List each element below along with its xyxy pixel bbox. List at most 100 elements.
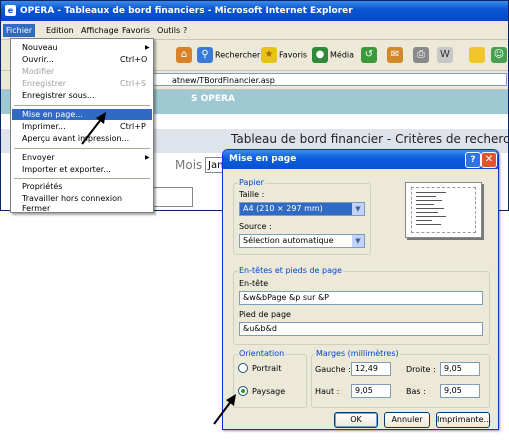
menu-separator (14, 148, 150, 149)
help-button[interactable]: ? (465, 152, 481, 168)
close-button[interactable]: ✕ (481, 152, 497, 168)
notes-button[interactable] (469, 47, 487, 63)
search-label: Rechercher (215, 50, 261, 60)
preview-line (416, 204, 434, 205)
home-icon: ⌂ (176, 47, 192, 63)
menu-item-enregistrer-sous[interactable]: Enregistrer sous... (12, 90, 152, 101)
headers-group-title: En-têtes et pieds de page (238, 266, 343, 275)
menu-item-label: Importer et exporter... (22, 165, 111, 174)
search-button[interactable]: ⚲ Rechercher (197, 47, 260, 63)
media-button[interactable]: ● Média (312, 47, 354, 63)
ok-button[interactable]: OK (334, 412, 378, 428)
menu-item-proprietes[interactable]: Propriétés (12, 181, 152, 192)
preview-line (416, 216, 446, 217)
arrow-shaft (81, 117, 103, 145)
dialog-title: Mise en page (229, 154, 297, 164)
printer-icon: ⎙ (413, 47, 429, 63)
chevron-down-icon[interactable]: ▼ (352, 235, 364, 247)
menu-edition[interactable]: Edition (43, 24, 77, 37)
dialog-titlebar: Mise en page ? ✕ (223, 150, 498, 169)
menu-item-nouveau[interactable]: Nouveau ▶ (12, 42, 152, 53)
menu-item-label: Propriétés (22, 182, 63, 191)
header-input[interactable]: &w&bPage &p sur &P (239, 291, 483, 305)
arrow-head (96, 112, 106, 124)
page-input-box[interactable] (151, 187, 193, 207)
arrow-head (226, 394, 236, 406)
margins-group-title: Marges (millimètres) (315, 349, 400, 358)
menu-item-hors-connexion[interactable]: Travailler hors connexion (12, 193, 152, 204)
menu-affichage[interactable]: Affichage (78, 24, 122, 37)
page-preview (405, 182, 482, 238)
landscape-label: Paysage (252, 387, 286, 396)
paper-source-label: Source : (239, 222, 272, 231)
home-button[interactable]: ⌂ (176, 47, 194, 63)
messenger-button[interactable]: ☺ (491, 47, 508, 63)
preview-line (416, 212, 438, 213)
page-heading: Tableau de bord financier - Critères de … (231, 132, 509, 146)
menu-item-label: Ouvrir... (22, 55, 54, 64)
banner-text: S OPERA (191, 94, 235, 104)
preview-line (416, 200, 442, 201)
orientation-group-title: Orientation (238, 349, 286, 358)
menu-item-fermer[interactable]: Fermer (12, 204, 152, 213)
paper-source-select[interactable]: Sélection automatique ▼ (239, 234, 365, 248)
menu-item-label: Mise en page... (22, 110, 83, 119)
portrait-radio[interactable] (238, 363, 248, 373)
menu-item-importer-exporter[interactable]: Importer et exporter... (12, 164, 152, 175)
menu-item-shortcut: Ctrl+S (120, 79, 147, 88)
favorites-button[interactable]: ★ Favoris (261, 47, 307, 63)
media-label: Média (330, 50, 355, 60)
menu-item-enregistrer: Enregistrer Ctrl+S (12, 78, 152, 89)
menu-item-envoyer[interactable]: Envoyer ▶ (12, 152, 152, 163)
orientation-group (233, 354, 307, 408)
page-setup-dialog: Mise en page ? ✕ Papier Taille : A4 (210… (222, 149, 499, 430)
edit-button[interactable]: W (437, 47, 455, 63)
menu-item-label: Modifier (22, 67, 55, 76)
menu-favoris[interactable]: Favoris (119, 24, 153, 37)
print-button[interactable]: ⎙ (413, 47, 431, 63)
history-button[interactable]: ↺ (361, 47, 379, 63)
annotation-arrow-bottom (213, 394, 236, 425)
ie-titlebar: e OPERA - Tableaux de bord financiers - … (1, 1, 508, 21)
media-icon: ● (312, 47, 328, 63)
margin-left-label: Gauche : (315, 365, 351, 374)
chevron-down-icon[interactable]: ▼ (352, 203, 364, 215)
menu-item-label: Envoyer (22, 153, 55, 162)
menu-help[interactable]: ? (180, 24, 190, 37)
menu-separator (14, 178, 150, 179)
margin-bottom-input[interactable]: 9,05 (440, 384, 480, 398)
paper-size-select[interactable]: A4 (210 × 297 mm) ▼ (239, 202, 365, 216)
margin-right-label: Droite : (406, 365, 436, 374)
paper-source-value: Sélection automatique (243, 236, 334, 245)
footer-label: Pied de page (239, 310, 291, 319)
preview-line (416, 208, 444, 209)
cancel-button[interactable]: Annuler (384, 412, 430, 428)
submenu-arrow-icon: ▶ (145, 44, 150, 51)
menu-item-label: Fermer (22, 204, 51, 213)
menu-outils[interactable]: Outils (154, 24, 183, 37)
preview-line (416, 224, 441, 225)
menu-item-label: Enregistrer sous... (22, 91, 95, 100)
margin-right-input[interactable]: 9,05 (440, 362, 480, 376)
margin-top-input[interactable]: 9,05 (351, 384, 391, 398)
star-icon: ★ (261, 47, 277, 63)
menu-item-ouvrir[interactable]: Ouvrir... Ctrl+O (12, 54, 152, 65)
footer-input[interactable]: &u&b&d (239, 322, 483, 336)
menu-item-shortcut: Ctrl+P (120, 122, 146, 131)
paper-size-label: Taille : (239, 190, 265, 199)
preview-line (416, 220, 432, 221)
menu-fichier[interactable]: Fichier (3, 24, 36, 37)
mail-button[interactable]: ✉ (387, 47, 405, 63)
month-label: Mois (175, 158, 203, 172)
messenger-icon: ☺ (491, 47, 507, 63)
printer-button[interactable]: Imprimante... (436, 412, 491, 428)
paper-group-title: Papier (238, 178, 265, 187)
paper-size-value: A4 (210 × 297 mm) (243, 204, 323, 213)
margin-left-input[interactable]: 12,49 (351, 362, 391, 376)
note-icon (469, 47, 485, 63)
margin-bottom-label: Bas : (406, 387, 426, 396)
preview-line (416, 196, 436, 197)
ie-logo-icon: e (5, 5, 16, 16)
menu-item-label: Enregistrer (22, 79, 67, 88)
menu-item-shortcut: Ctrl+O (120, 55, 148, 64)
